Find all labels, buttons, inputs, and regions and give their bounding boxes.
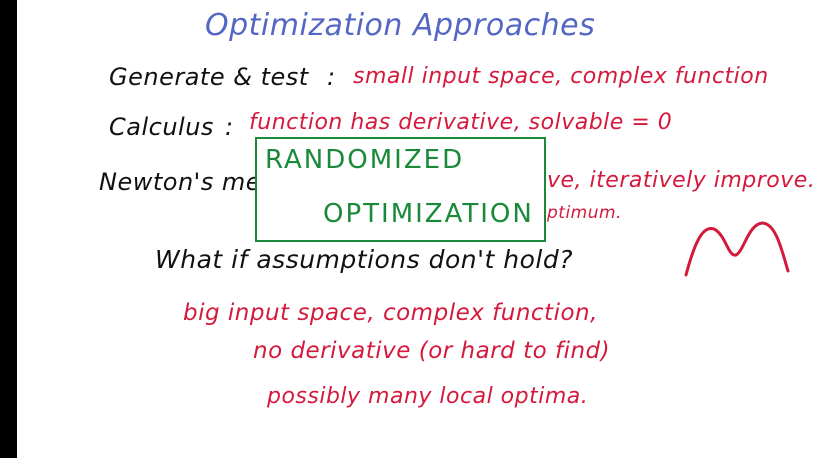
row-note-calculus: function has derivative, solvable = 0 bbox=[249, 110, 673, 135]
row-separator-generate-test: : bbox=[327, 63, 336, 91]
row-note-newtons: ve, iteratively improve. bbox=[547, 168, 816, 193]
left-black-bar bbox=[0, 0, 17, 458]
row-separator-calculus: : bbox=[225, 113, 234, 141]
board-title: Optimization Approaches bbox=[205, 8, 596, 43]
box-line-randomized: RANDOMIZED bbox=[265, 145, 465, 175]
answer-line-2: no derivative (or hard to find) bbox=[253, 338, 611, 364]
randomized-optimization-box: RANDOMIZED OPTIMIZATION bbox=[255, 137, 546, 242]
box-line-optimization: OPTIMIZATION bbox=[323, 199, 534, 229]
answer-line-1: big input space, complex function, bbox=[183, 300, 598, 326]
row-label-newtons: Newton's me bbox=[99, 168, 262, 196]
answer-line-3: possibly many local optima. bbox=[267, 384, 589, 409]
whiteboard: Optimization Approaches Generate & test … bbox=[17, 0, 819, 458]
wave-sketch-icon bbox=[684, 221, 790, 277]
row-label-generate-test: Generate & test bbox=[109, 63, 309, 91]
question-line: What if assumptions don't hold? bbox=[155, 245, 573, 274]
row-note-newtons-optimum: ptimum. bbox=[547, 203, 622, 223]
row-label-calculus: Calculus bbox=[109, 113, 214, 141]
row-note-generate-test: small input space, complex function bbox=[353, 64, 769, 89]
